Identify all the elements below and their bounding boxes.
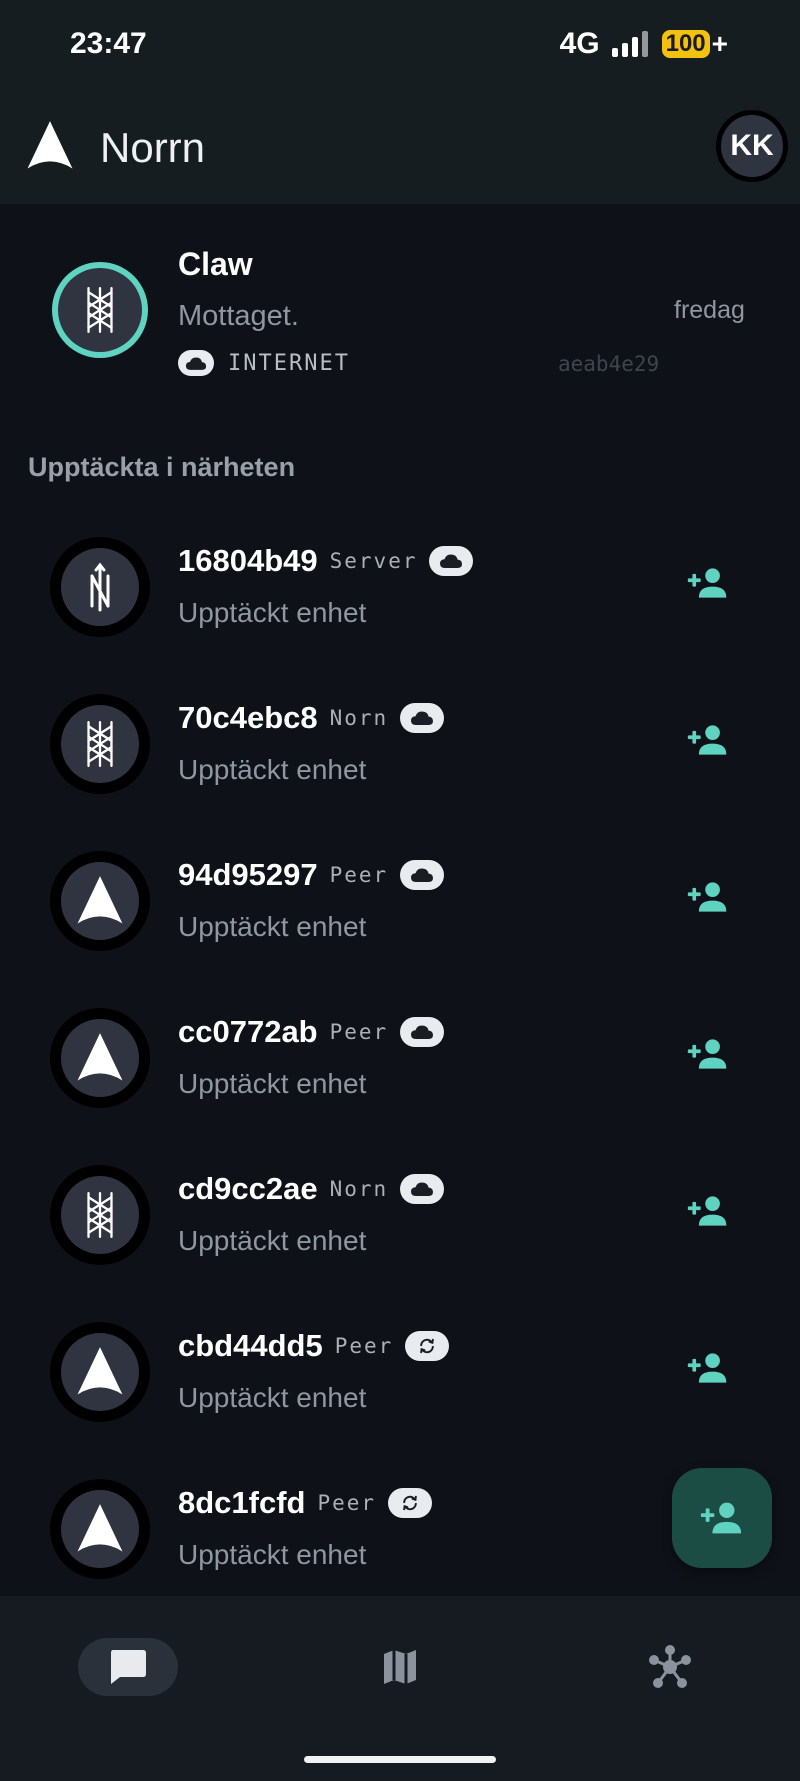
peer-subtitle: Upptäckt enhet bbox=[178, 1225, 367, 1256]
add-contact-button[interactable] bbox=[682, 718, 734, 762]
peer-subtitle: Upptäckt enhet bbox=[178, 597, 367, 628]
conversation-row[interactable]: Claw Mottaget. fredag INTERNET aeab4e29 bbox=[0, 204, 800, 394]
person-add-icon bbox=[686, 566, 730, 600]
add-contact-button[interactable] bbox=[682, 875, 734, 919]
add-contact-button[interactable] bbox=[682, 1032, 734, 1076]
peer-id: cc0772ab bbox=[178, 1014, 318, 1049]
peer-id: cbd44dd5 bbox=[178, 1328, 323, 1363]
transport-label: INTERNET bbox=[228, 350, 350, 376]
status-indicators: 4G 100 + bbox=[560, 27, 728, 61]
peer-type: Peer bbox=[329, 863, 389, 887]
peer-avatar bbox=[50, 537, 150, 637]
arrow-icon bbox=[76, 1503, 124, 1555]
peer-row[interactable]: 70c4ebc8 Norn Upptäckt enhet bbox=[0, 666, 800, 823]
lattice-rune-icon bbox=[85, 286, 115, 334]
peer-row[interactable]: cbd44dd5 Peer Upptäckt enhet bbox=[0, 1294, 800, 1451]
peer-row[interactable]: cd9cc2ae Norn Upptäckt enhet bbox=[0, 1137, 800, 1294]
lattice-rune-icon bbox=[85, 720, 115, 768]
person-add-icon bbox=[686, 1351, 730, 1385]
cloud-icon bbox=[178, 350, 214, 376]
cloud-icon bbox=[400, 1017, 445, 1047]
peer-avatar bbox=[50, 851, 150, 951]
transport-tag: INTERNET bbox=[178, 350, 350, 376]
peer-type: Norn bbox=[329, 706, 389, 730]
sync-icon bbox=[405, 1331, 450, 1361]
peer-id: 16804b49 bbox=[178, 543, 318, 578]
cloud-icon bbox=[400, 1174, 445, 1204]
peer-row[interactable]: cc0772ab Peer Upptäckt enhet bbox=[0, 980, 800, 1137]
signal-icon bbox=[611, 31, 648, 57]
peer-id: 8dc1fcfd bbox=[178, 1485, 306, 1520]
chat-icon bbox=[111, 1650, 146, 1684]
nav-network[interactable] bbox=[620, 1638, 720, 1696]
nav-chats[interactable] bbox=[78, 1638, 178, 1696]
conversation-last-message: Mottaget. bbox=[178, 300, 299, 332]
battery-icon: 100 bbox=[661, 30, 710, 58]
app-bar: Norrn KK bbox=[0, 90, 800, 204]
peer-id: 70c4ebc8 bbox=[178, 700, 318, 735]
app-logo-icon bbox=[26, 120, 74, 172]
home-indicator bbox=[304, 1756, 496, 1763]
person-add-icon bbox=[699, 1500, 745, 1536]
n-rune-icon bbox=[85, 562, 115, 612]
cloud-icon bbox=[429, 546, 474, 576]
peer-row[interactable]: 94d95297 Peer Upptäckt enhet bbox=[0, 823, 800, 980]
person-add-icon bbox=[686, 1037, 730, 1071]
profile-avatar[interactable]: KK bbox=[716, 110, 788, 182]
conversation-time: fredag bbox=[674, 296, 745, 324]
peer-type: Peer bbox=[317, 1491, 377, 1515]
peer-avatar bbox=[50, 694, 150, 794]
peer-row[interactable]: 16804b49 Server Upptäckt enhet bbox=[0, 509, 800, 666]
nav-map[interactable] bbox=[350, 1638, 450, 1696]
peer-subtitle: Upptäckt enhet bbox=[178, 1068, 367, 1099]
peer-subtitle: Upptäckt enhet bbox=[178, 1382, 367, 1413]
lattice-rune-icon bbox=[85, 1191, 115, 1239]
sync-icon bbox=[388, 1488, 433, 1518]
peer-avatar bbox=[50, 1008, 150, 1108]
add-contact-button[interactable] bbox=[682, 1189, 734, 1233]
peer-type: Norn bbox=[329, 1177, 389, 1201]
add-contact-button[interactable] bbox=[682, 1346, 734, 1390]
map-icon bbox=[384, 1650, 416, 1684]
arrow-icon bbox=[76, 1032, 124, 1084]
status-time: 23:47 bbox=[70, 27, 147, 60]
peer-id: cd9cc2ae bbox=[178, 1171, 318, 1206]
peer-type: Peer bbox=[329, 1020, 389, 1044]
peer-id: 94d95297 bbox=[178, 857, 318, 892]
person-add-icon bbox=[686, 880, 730, 914]
network-icon bbox=[649, 1645, 691, 1688]
status-bar: 23:47 4G 100 + bbox=[0, 0, 800, 90]
peer-subtitle: Upptäckt enhet bbox=[178, 754, 367, 785]
bottom-navigation bbox=[0, 1596, 800, 1781]
add-contact-fab[interactable] bbox=[672, 1468, 772, 1568]
nearby-section-title: Upptäckta i närheten bbox=[28, 452, 296, 482]
peer-type: Peer bbox=[334, 1334, 394, 1358]
peer-type: Server bbox=[329, 549, 418, 573]
app-title: Norrn bbox=[100, 124, 206, 171]
peer-subtitle: Upptäckt enhet bbox=[178, 1539, 367, 1570]
arrow-icon bbox=[76, 1346, 124, 1398]
peer-avatar bbox=[50, 1479, 150, 1579]
person-add-icon bbox=[686, 1194, 730, 1228]
conversation-avatar bbox=[52, 262, 148, 358]
arrow-icon bbox=[76, 875, 124, 927]
cloud-icon bbox=[400, 860, 445, 890]
add-contact-button[interactable] bbox=[682, 561, 734, 605]
network-type: 4G bbox=[559, 27, 600, 60]
battery-plus: + bbox=[711, 28, 728, 59]
person-add-icon bbox=[686, 723, 730, 757]
peer-avatar bbox=[50, 1165, 150, 1265]
peer-avatar bbox=[50, 1322, 150, 1422]
conversation-hash: aeab4e29 bbox=[558, 352, 660, 376]
cloud-icon bbox=[400, 703, 445, 733]
peer-subtitle: Upptäckt enhet bbox=[178, 911, 367, 942]
conversation-name: Claw bbox=[178, 246, 253, 282]
